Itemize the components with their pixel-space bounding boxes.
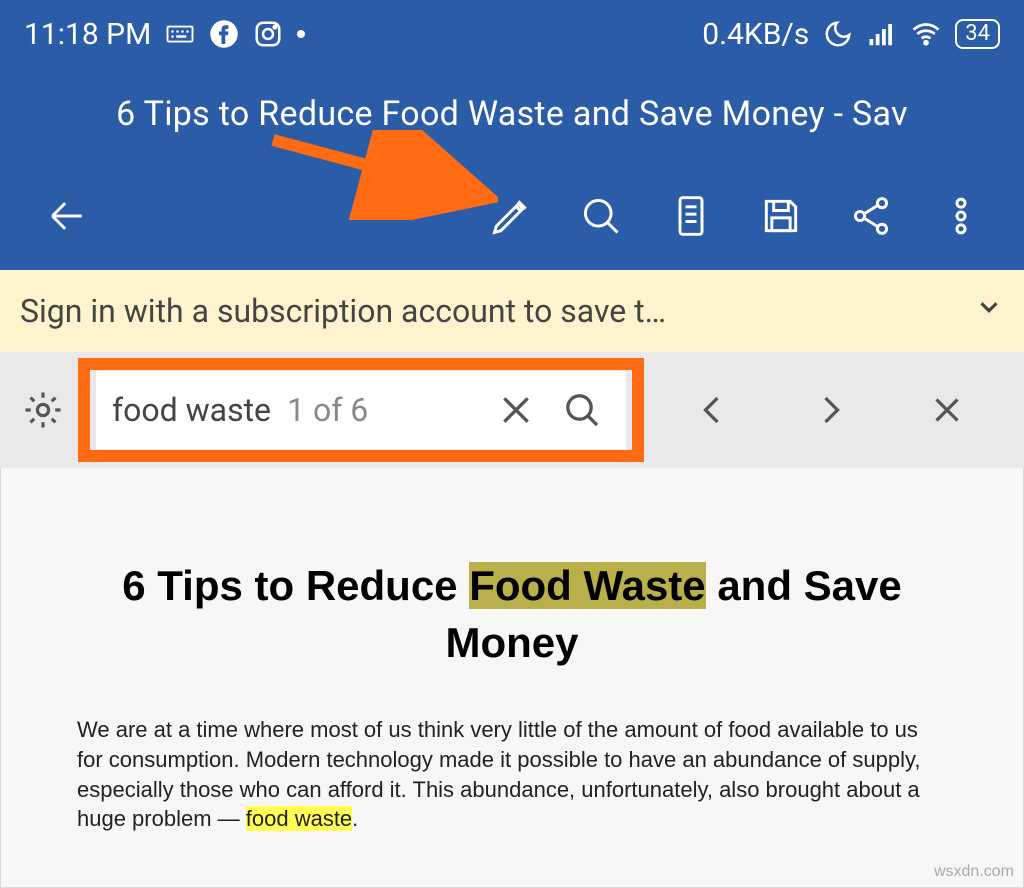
find-input-box[interactable]: food waste 1 of 6	[96, 371, 626, 449]
app-toolbar	[0, 162, 1024, 270]
share-button[interactable]	[826, 171, 916, 261]
wifi-icon	[911, 19, 941, 49]
edit-button[interactable]	[466, 171, 556, 261]
body-pre: We are at a time where most of us think …	[77, 717, 920, 831]
find-settings-button[interactable]	[8, 389, 78, 431]
search-button[interactable]	[556, 171, 646, 261]
heading-pre: 6 Tips to Reduce	[122, 562, 469, 609]
status-bar: 11:18 PM 0.4KB/s 34	[0, 0, 1024, 68]
instagram-icon	[253, 19, 283, 49]
keyboard-icon	[165, 19, 195, 49]
status-time: 11:18 PM	[24, 17, 151, 52]
body-highlight: food waste	[246, 806, 352, 831]
find-next-button[interactable]	[795, 392, 865, 428]
banner-text: Sign in with a subscription account to s…	[20, 292, 666, 330]
document-title: 6 Tips to Reduce Food Waste and Save Mon…	[116, 94, 908, 134]
dot-icon	[297, 30, 305, 38]
status-left: 11:18 PM	[24, 17, 305, 52]
document-page[interactable]: 6 Tips to Reduce Food Waste and Save Mon…	[0, 468, 1024, 888]
find-count: 1 of 6	[287, 391, 368, 429]
doc-heading: 6 Tips to Reduce Food Waste and Save Mon…	[77, 558, 947, 671]
find-bar: food waste 1 of 6	[0, 352, 1024, 468]
watermark: wsxdn.com	[934, 863, 1014, 881]
find-prev-button[interactable]	[678, 392, 748, 428]
document-title-bar: 6 Tips to Reduce Food Waste and Save Mon…	[0, 68, 1024, 162]
doc-paragraph: We are at a time where most of us think …	[77, 715, 947, 834]
chevron-down-icon	[974, 292, 1004, 330]
find-input-highlight: food waste 1 of 6	[78, 358, 644, 462]
find-nav	[644, 392, 1016, 428]
signin-banner[interactable]: Sign in with a subscription account to s…	[0, 270, 1024, 352]
signal-icon	[867, 19, 897, 49]
battery-level: 34	[955, 19, 1000, 49]
find-query: food waste	[112, 391, 271, 429]
save-button[interactable]	[736, 171, 826, 261]
heading-highlight: Food Waste	[469, 562, 705, 609]
mobile-view-button[interactable]	[646, 171, 736, 261]
close-find-button[interactable]	[912, 392, 982, 428]
find-go-button[interactable]	[554, 390, 610, 430]
back-button[interactable]	[22, 171, 112, 261]
facebook-icon	[209, 19, 239, 49]
moon-icon	[823, 19, 853, 49]
more-button[interactable]	[916, 171, 1006, 261]
network-speed: 0.4KB/s	[702, 17, 809, 52]
clear-find-button[interactable]	[488, 390, 544, 430]
status-right: 0.4KB/s 34	[702, 17, 1000, 52]
body-post: .	[352, 806, 358, 831]
